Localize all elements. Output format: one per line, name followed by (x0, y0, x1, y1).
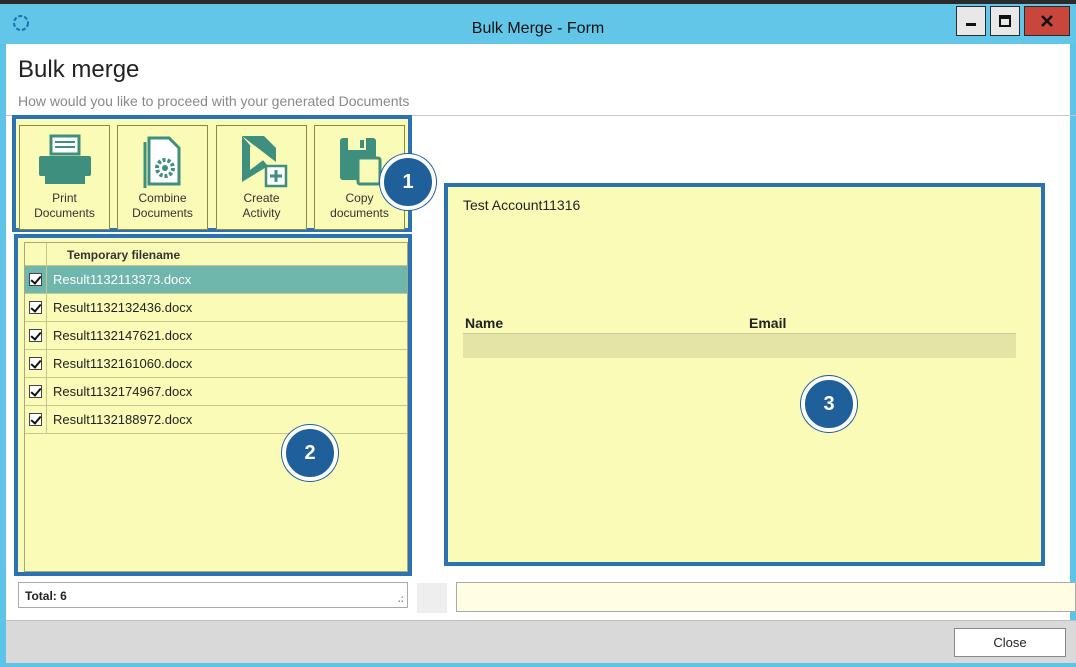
window-title: Bulk Merge - Form (471, 20, 605, 37)
window-close-button[interactable] (1024, 6, 1070, 36)
temporary-filename-header[interactable]: Temporary filename (47, 243, 180, 265)
file-checkbox[interactable] (29, 413, 42, 426)
close-icon (1041, 15, 1053, 27)
preview-account-title: Test Account11316 (463, 197, 581, 213)
total-count: Total: 6 (25, 589, 67, 603)
file-list: Temporary filename Result1132113373.docx… (24, 242, 408, 572)
minimize-icon (966, 23, 976, 26)
file-row[interactable]: Result1132132436.docx (25, 293, 407, 322)
file-name: Result1132132436.docx (53, 300, 193, 315)
file-checkbox[interactable] (29, 273, 42, 286)
callout-badge-2: 2 (282, 425, 338, 481)
callout-badge-1: 1 (380, 154, 436, 210)
file-checkbox[interactable] (29, 301, 42, 314)
file-name: Result1132161060.docx (53, 356, 193, 371)
status-spacer (417, 583, 447, 613)
close-button[interactable]: Close (954, 628, 1066, 657)
bulk-merge-window: Bulk Merge - Form Bulk merge How would y… (0, 0, 1076, 667)
select-column-header[interactable] (25, 243, 47, 265)
file-list-panel: Temporary filename Result1132113373.docx… (14, 234, 412, 576)
resize-grip-icon[interactable]: .: (398, 594, 404, 605)
page-subheading: How would you like to proceed with your … (18, 93, 410, 109)
file-checkbox[interactable] (29, 385, 42, 398)
print-documents-label: Print Documents (34, 191, 95, 220)
page-heading: Bulk merge (18, 56, 140, 83)
callout-badge-3: 3 (801, 376, 857, 432)
total-count-field: Total: 6 .: (18, 582, 408, 608)
file-checkbox[interactable] (29, 357, 42, 370)
email-column-header: Email (749, 315, 787, 331)
file-name: Result1132113373.docx (53, 272, 192, 287)
print-documents-button[interactable]: Print Documents (19, 125, 110, 230)
file-checkbox[interactable] (29, 329, 42, 342)
title-bar: Bulk Merge - Form (0, 0, 1076, 44)
file-row[interactable]: Result1132174967.docx (25, 377, 407, 406)
combine-documents-label: Combine Documents (132, 191, 193, 220)
create-activity-button[interactable]: Create Activity (216, 125, 307, 230)
title-top-strip (0, 0, 1076, 4)
file-row[interactable]: Result1132188972.docx (25, 405, 407, 434)
file-row[interactable]: Result1132161060.docx (25, 349, 407, 378)
file-name: Result1132188972.docx (53, 412, 193, 427)
file-name: Result1132174967.docx (53, 384, 193, 399)
combine-documents-button[interactable]: Combine Documents (117, 125, 208, 230)
file-list-header: Temporary filename (25, 243, 407, 266)
name-column-header: Name (465, 315, 504, 331)
minimize-button[interactable] (956, 6, 986, 36)
printer-icon (38, 134, 91, 184)
combine-document-icon (143, 136, 180, 188)
bottom-bar: Close (6, 620, 1076, 663)
maximize-icon (999, 15, 1011, 27)
preview-table-row (463, 334, 1016, 358)
status-field[interactable] (456, 582, 1076, 612)
maximize-button[interactable] (990, 6, 1020, 36)
file-row[interactable]: Result1132113373.docx (25, 265, 407, 294)
file-row[interactable]: Result1132147621.docx (25, 321, 407, 350)
action-toolbar: Print Documents Combine Documents Create Ac… (12, 115, 412, 232)
create-activity-label: Create Activity (242, 191, 281, 220)
document-preview-panel: Test Account11316 Name Email (444, 183, 1045, 566)
create-activity-icon (241, 136, 287, 188)
file-name: Result1132147621.docx (53, 328, 193, 343)
